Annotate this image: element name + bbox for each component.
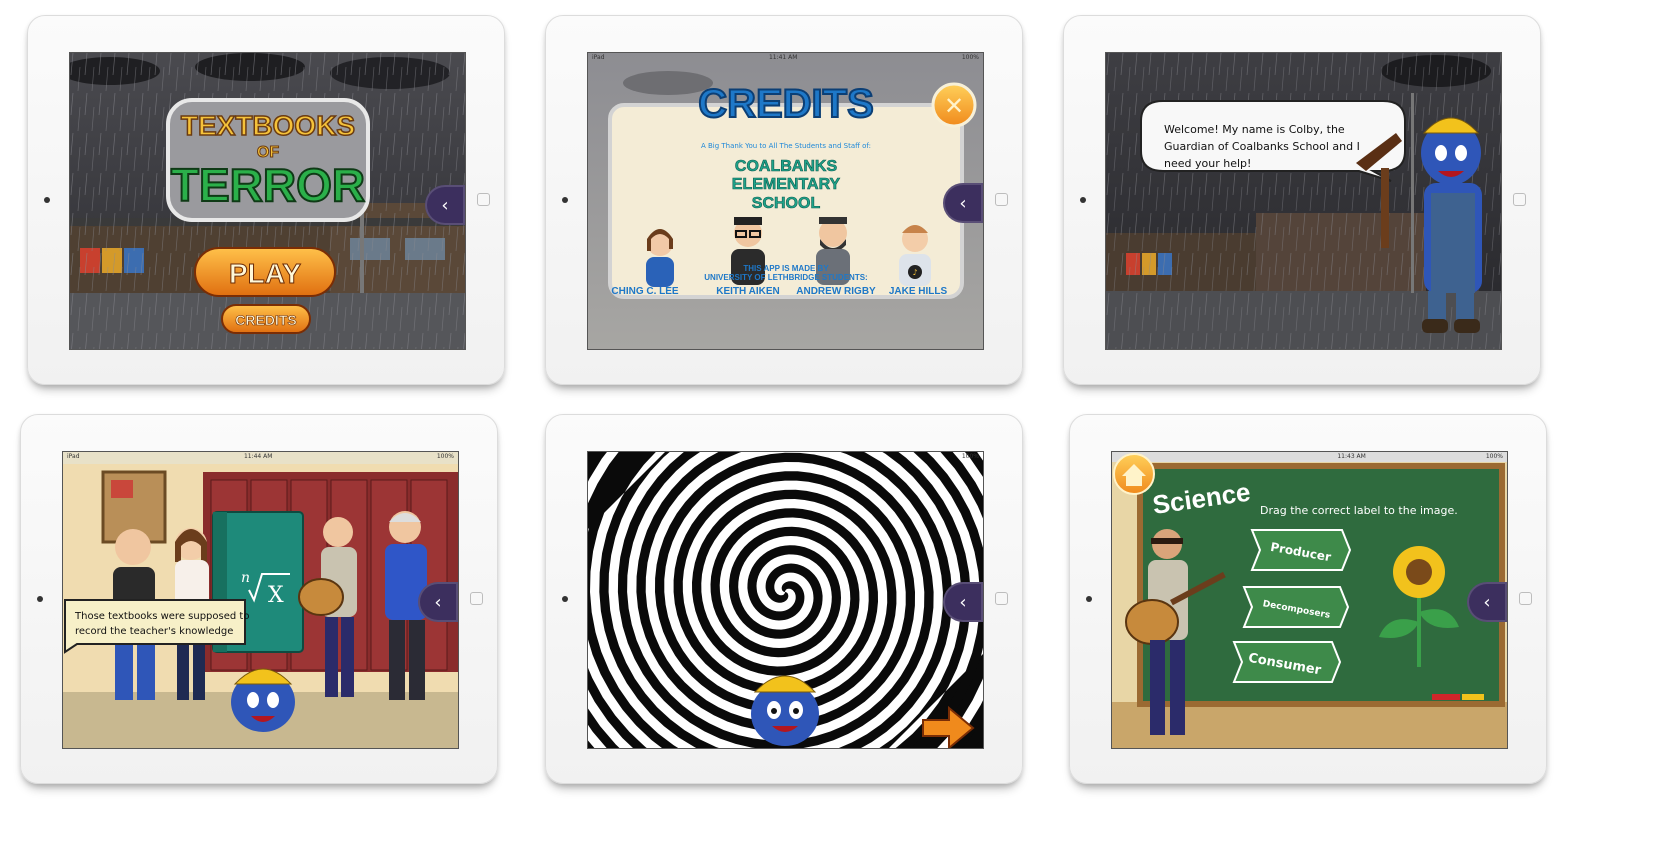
classroom-scene: n X Those textbooks were supposed to rec… xyxy=(63,452,458,748)
svg-text:♪: ♪ xyxy=(912,268,917,277)
tablet-home-button[interactable] xyxy=(995,592,1008,605)
play-button[interactable]: PLAY xyxy=(194,247,336,297)
screen-spiral: 100% ‹ xyxy=(587,451,984,749)
caption-line-2: record the teacher's knowledge xyxy=(75,626,233,637)
credits-label: CREDITS xyxy=(235,312,296,328)
tablet-credits-screen: CREDITS A Big Thank You to All The Stude… xyxy=(545,15,1023,385)
person-name-4: JAKE HILLS xyxy=(889,286,948,297)
status-battery: 100% xyxy=(961,453,979,460)
status-bar: iPad 11:41 AM 100% xyxy=(588,53,983,63)
side-menu-tab[interactable]: ‹ xyxy=(418,582,458,622)
status-battery: 100% xyxy=(436,453,454,460)
caption-line-1: Those textbooks were supposed to xyxy=(74,611,249,622)
credits-scene: CREDITS A Big Thank You to All The Stude… xyxy=(588,53,983,349)
tablet-spiral-screen: 100% ‹ xyxy=(545,414,1023,784)
tablet-home-button[interactable] xyxy=(470,592,483,605)
tablet-classroom-screen: n X Those textbooks were supposed to rec… xyxy=(20,414,498,784)
colby-mascot xyxy=(751,675,819,746)
avatar-ching xyxy=(646,229,674,287)
tablet-camera xyxy=(562,596,568,602)
tablet-camera xyxy=(562,197,568,203)
tablet-home-button[interactable] xyxy=(1513,193,1526,206)
school-line-3: SCHOOL xyxy=(752,195,821,212)
logo-line-1: TEXTBOOKS xyxy=(181,110,355,141)
side-menu-tab[interactable]: ‹ xyxy=(1467,582,1507,622)
label-producer[interactable]: Producer xyxy=(1250,529,1352,571)
person-name-2: KEITH AIKEN xyxy=(716,286,780,297)
speech-line-3: need your help! xyxy=(1164,157,1251,170)
tablet-home-button[interactable] xyxy=(995,193,1008,206)
close-icon: ✕ xyxy=(944,92,964,120)
status-bar: 11:43 AM 100% xyxy=(1112,452,1507,462)
tablet-camera xyxy=(1080,197,1086,203)
logo-line-3: TERROR xyxy=(171,159,365,211)
tablet-camera xyxy=(44,197,50,203)
status-device: iPad xyxy=(67,453,80,460)
play-label: PLAY xyxy=(229,258,301,289)
tablet-title-screen: TEXTBOOKS OF TERROR PLAY CREDITS ‹ xyxy=(27,15,505,385)
person-name-1: CHING C. LEE xyxy=(611,286,679,297)
person-name-3: ANDREW RIGBY xyxy=(796,286,876,297)
intro-scene: Welcome! My name is Colby, the Guardian … xyxy=(1106,53,1501,349)
status-time: 11:41 AM xyxy=(768,54,798,61)
credits-heading: CREDITS xyxy=(698,82,874,126)
credits-button[interactable]: CREDITS xyxy=(221,304,311,334)
made-by-line-2: UNIVERSITY OF LETHBRIDGE STUDENTS: xyxy=(704,273,867,282)
screen-credits: CREDITS A Big Thank You to All The Stude… xyxy=(587,52,984,350)
label-consumer[interactable]: Consumer xyxy=(1232,641,1342,683)
colby-mascot xyxy=(231,668,295,732)
close-button[interactable]: ✕ xyxy=(931,82,977,128)
status-battery: 100% xyxy=(961,54,979,61)
screen-classroom: n X Those textbooks were supposed to rec… xyxy=(62,451,459,749)
tablet-camera xyxy=(37,596,43,602)
instruction-text: Drag the correct label to the image. xyxy=(1260,504,1458,517)
tablet-camera xyxy=(1086,596,1092,602)
speech-line-1: Welcome! My name is Colby, the xyxy=(1164,123,1345,136)
hypnotic-spiral xyxy=(588,452,983,748)
tablet-intro-screen: Welcome! My name is Colby, the Guardian … xyxy=(1063,15,1541,385)
title-scene: TEXTBOOKS OF TERROR PLAY CREDITS xyxy=(70,53,465,349)
screen-intro: Welcome! My name is Colby, the Guardian … xyxy=(1105,52,1502,350)
science-scene: Science Drag the correct label to the im… xyxy=(1112,452,1507,748)
story-caption: Those textbooks were supposed to record … xyxy=(64,599,249,654)
side-menu-tab[interactable]: ‹ xyxy=(943,183,983,223)
avatar-jake: ♪ xyxy=(899,225,931,286)
book-n-symbol: n xyxy=(241,570,250,586)
school-line-1: COALBANKS xyxy=(735,158,838,175)
made-by-line-1: THIS APP IS MADE BY xyxy=(743,264,829,273)
status-time: 11:44 AM xyxy=(243,453,273,460)
status-bar: iPad 11:44 AM 100% xyxy=(63,452,458,462)
tablet-science-screen: Science Drag the correct label to the im… xyxy=(1069,414,1547,784)
screen-title: TEXTBOOKS OF TERROR PLAY CREDITS ‹ xyxy=(69,52,466,350)
status-time: 11:43 AM xyxy=(1337,453,1366,460)
school-line-2: ELEMENTARY xyxy=(732,176,841,193)
tablet-home-button[interactable] xyxy=(1519,592,1532,605)
credits-thanks: A Big Thank You to All The Students and … xyxy=(701,142,871,150)
speech-line-2: Guardian of Coalbanks School and I xyxy=(1164,140,1360,153)
label-decomposers[interactable]: Decomposers xyxy=(1242,586,1350,628)
status-device: iPad xyxy=(592,54,605,61)
tablet-home-button[interactable] xyxy=(477,193,490,206)
book-x-symbol: X xyxy=(268,583,284,608)
screen-science: Science Drag the correct label to the im… xyxy=(1111,451,1508,749)
status-battery: 100% xyxy=(1485,453,1503,460)
side-menu-tab[interactable]: ‹ xyxy=(425,185,465,225)
status-bar: 100% xyxy=(588,452,983,462)
side-menu-tab[interactable]: ‹ xyxy=(943,582,983,622)
